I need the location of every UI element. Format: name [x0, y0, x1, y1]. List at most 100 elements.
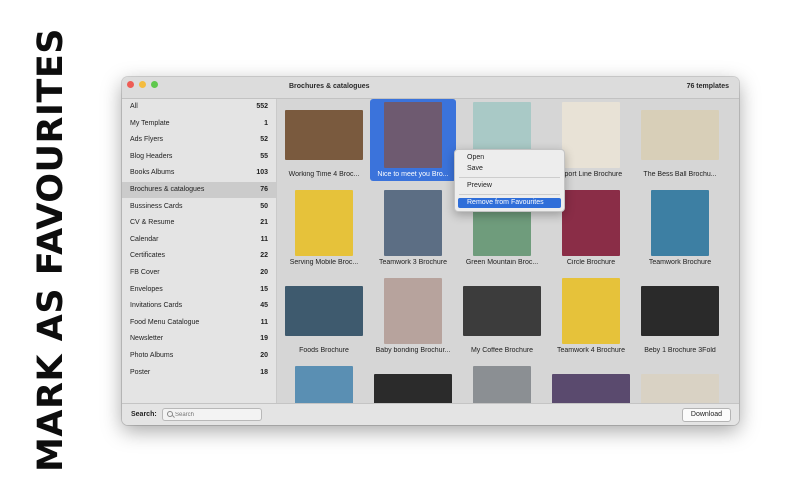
sidebar-item[interactable]: Photo Albums 20 [122, 348, 276, 364]
sidebar-item-label: Food Menu Catalogue [130, 318, 200, 326]
search-icon [167, 411, 173, 417]
template-grid: Working Time 4 Broc... Nice to meet you B… [277, 99, 739, 403]
template-thumbnail [641, 110, 719, 160]
search-input[interactable] [175, 409, 259, 420]
sidebar-item-label: Certificates [130, 252, 166, 260]
sidebar-item[interactable]: CV & Resume 21 [122, 215, 276, 231]
template-caption: The Bess Ball Brochu... [643, 171, 717, 178]
template-caption: Teamwork 3 Brochure [378, 259, 448, 266]
template-tile[interactable] [637, 363, 723, 403]
template-thumbnail [562, 190, 620, 256]
template-thumbnail [473, 366, 531, 403]
sidebar-item-count: 18 [260, 368, 268, 376]
sidebar-item-count: 20 [260, 269, 268, 276]
template-tile[interactable]: Foods Brochure [281, 275, 367, 357]
sidebar-item[interactable]: Invitations Cards 45 [122, 298, 276, 314]
template-thumbnail [285, 286, 363, 336]
template-tile[interactable]: The Bess Ball Brochu... [637, 99, 723, 181]
template-thumbnail [384, 102, 442, 168]
sidebar-item[interactable]: Brochures & catalogues 76 [122, 182, 276, 198]
category-sidebar: All 552 My Template 1 Ads Flyers 52 Blog Heade… [122, 99, 277, 403]
context-menu-item-label: Open [467, 154, 485, 161]
bottom-bar: Search: Download [122, 403, 739, 425]
template-tile[interactable]: Working Time 4 Broc... [281, 99, 367, 181]
template-tile[interactable]: Nice to meet you Bro... [370, 99, 456, 181]
sidebar-item[interactable]: Blog Headers 55 [122, 149, 276, 165]
sidebar-item[interactable]: Certificates 22 [122, 248, 276, 264]
sidebar-item-count: 11 [260, 318, 268, 326]
sidebar-item[interactable]: Bussiness Cards 50 [122, 199, 276, 215]
template-tile[interactable] [548, 363, 634, 403]
sidebar-item-count: 45 [260, 302, 268, 310]
download-button[interactable]: Download [682, 408, 731, 422]
sidebar-item[interactable]: Newsletter 19 [122, 331, 276, 347]
search-field[interactable] [162, 408, 262, 421]
sidebar-item[interactable]: Poster 18 [122, 365, 276, 381]
sidebar-item[interactable]: All 552 [122, 99, 276, 115]
template-tile[interactable] [459, 363, 545, 403]
template-caption: Teamwork 4 Brochure [556, 347, 626, 354]
sidebar-item-label: Poster [130, 368, 151, 376]
template-tile[interactable]: Teamwork 3 Brochure [370, 187, 456, 269]
template-thumbnail [641, 286, 719, 336]
sidebar-item-label: CV & Resume [130, 219, 175, 227]
close-window-button[interactable] [127, 81, 134, 88]
template-thumbnail [285, 110, 363, 160]
template-thumbnail [295, 366, 353, 403]
context-menu-separator [459, 177, 560, 178]
context-menu-item-label: Remove from Favourites [467, 199, 544, 206]
template-caption: Beby 1 Brochure 3Fold [644, 347, 716, 354]
promo-headline: MARK AS FAVOURITES [31, 28, 71, 472]
minimize-window-button[interactable] [139, 81, 146, 88]
sidebar-item[interactable]: Food Menu Catalogue 11 [122, 315, 276, 331]
app-window: Brochures & catalogues 76 templates All 5… [122, 77, 739, 425]
template-tile[interactable]: Teamwork 4 Brochure [548, 275, 634, 357]
context-menu-item[interactable]: Preview [458, 181, 561, 191]
sidebar-item-count: 11 [260, 235, 268, 243]
template-tile[interactable]: My Coffee Brochure [459, 275, 545, 357]
sidebar-item-label: Blog Headers [130, 152, 173, 160]
sidebar-item-label: Books Albums [130, 169, 175, 177]
sidebar-item[interactable]: FB Cover 20 [122, 265, 276, 281]
sidebar-item[interactable]: My Template 1 [122, 116, 276, 132]
template-count: 76 templates [686, 83, 729, 90]
template-caption: My Coffee Brochure [470, 347, 534, 354]
context-menu: Open Save Preview Remove from Favourites [454, 149, 565, 212]
sidebar-item-count: 76 [260, 186, 268, 193]
sidebar-item-label: All [130, 103, 138, 110]
template-tile[interactable]: Beby 1 Brochure 3Fold [637, 275, 723, 357]
template-thumbnail [651, 190, 709, 256]
template-tile[interactable]: Baby bonding Brochur... [370, 275, 456, 357]
template-caption: Circle Brochure [566, 259, 616, 266]
sidebar-item-count: 15 [260, 285, 268, 293]
sidebar-item[interactable]: Books Albums 103 [122, 165, 276, 181]
template-caption: Nice to meet you Bro... [377, 171, 449, 178]
template-thumbnail [295, 190, 353, 256]
context-menu-item[interactable]: Remove from Favourites [458, 198, 561, 208]
search-label: Search: [131, 411, 157, 418]
sidebar-item-label: My Template [130, 119, 170, 127]
sidebar-item[interactable]: Ads Flyers 52 [122, 132, 276, 148]
template-caption: Working Time 4 Broc... [288, 171, 360, 178]
context-menu-item-label: Preview [467, 182, 492, 189]
sidebar-item-count: 50 [260, 202, 268, 210]
template-tile[interactable]: Teamwork Brochure [637, 187, 723, 269]
sidebar-item-count: 22 [260, 252, 268, 260]
title-bar: Brochures & catalogues 76 templates [122, 77, 739, 99]
sidebar-item[interactable]: Envelopes 15 [122, 282, 276, 298]
template-thumbnail [463, 286, 541, 336]
sidebar-item[interactable]: Calendar 11 [122, 232, 276, 248]
sidebar-item-count: 552 [256, 103, 268, 110]
sidebar-item-label: FB Cover [130, 269, 160, 276]
template-tile[interactable] [281, 363, 367, 403]
sidebar-item-label: Bussiness Cards [130, 202, 183, 210]
context-menu-item[interactable]: Open [458, 153, 561, 163]
sidebar-item-count: 103 [256, 169, 268, 177]
template-tile[interactable] [370, 363, 456, 403]
zoom-window-button[interactable] [151, 81, 158, 88]
sidebar-item-label: Newsletter [130, 335, 164, 343]
context-menu-item[interactable]: Save [458, 164, 561, 174]
template-thumbnail [384, 190, 442, 256]
template-tile[interactable]: Serving Mobile Broc... [281, 187, 367, 269]
sidebar-item-count: 19 [260, 335, 268, 343]
